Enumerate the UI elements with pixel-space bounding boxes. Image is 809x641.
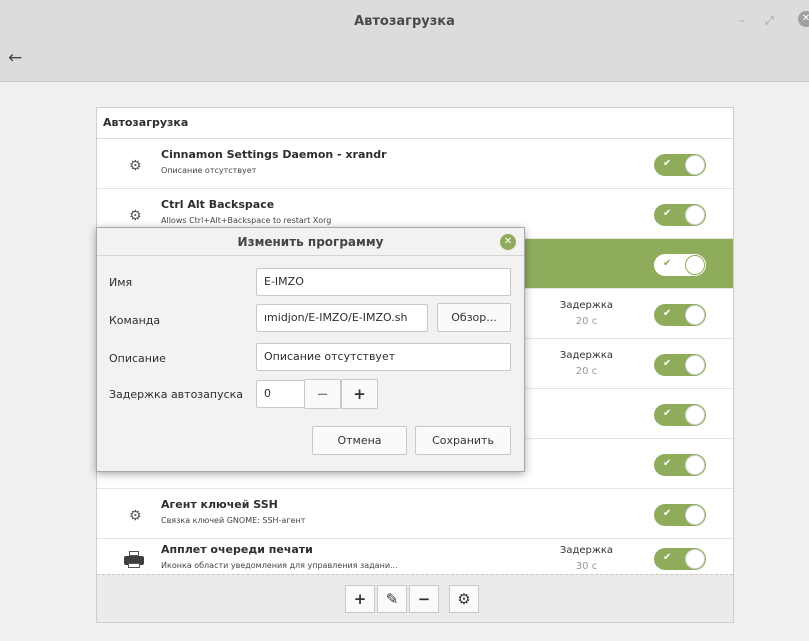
list-item[interactable]: Апплет очереди печати Иконка области уве… <box>97 539 733 574</box>
list-item[interactable]: ⚙ Агент ключей SSH Связка ключей GNOME: … <box>97 489 733 539</box>
item-description: Связка ключей GNOME: SSH-агент <box>161 516 306 525</box>
command-field[interactable]: ımidjon/E-IMZO/E-IMZO.sh <box>256 304 428 332</box>
edit-pencil-icon[interactable]: ✎ <box>377 585 407 613</box>
cancel-button[interactable]: Отмена <box>312 426 407 455</box>
delay-label: Задержка <box>559 300 614 311</box>
back-arrow-icon[interactable]: ← <box>8 48 22 68</box>
minimize-icon[interactable]: – <box>739 14 745 27</box>
toggle-knob <box>685 505 705 525</box>
description-label: Описание <box>109 352 166 365</box>
panel-header: Автозагрузка <box>97 108 733 139</box>
gear-icon: ⚙ <box>129 158 142 174</box>
dialog-close-icon[interactable]: ✕ <box>500 234 516 250</box>
delay-value: 20 с <box>575 366 598 377</box>
bottom-toolbar: + ✎ − ⚙ <box>97 574 733 622</box>
toggle-knob <box>685 155 705 175</box>
save-button[interactable]: Сохранить <box>415 426 511 455</box>
delay-field[interactable]: 0 <box>256 380 306 408</box>
enable-toggle[interactable]: ✔ <box>654 204 706 226</box>
enable-toggle[interactable]: ✔ <box>654 354 706 376</box>
enable-toggle[interactable]: ✔ <box>654 504 706 526</box>
enable-toggle[interactable]: ✔ <box>654 254 706 276</box>
item-description: Описание отсутствует <box>161 166 257 175</box>
list-item[interactable]: ⚙ Cinnamon Settings Daemon - xrandr Опис… <box>97 139 733 189</box>
check-icon: ✔ <box>663 508 672 519</box>
toggle-knob <box>685 305 705 325</box>
enable-toggle[interactable]: ✔ <box>654 304 706 326</box>
item-description: Иконка области уведомления для управлени… <box>161 561 398 570</box>
item-name: Cinnamon Settings Daemon - xrandr <box>161 148 387 161</box>
enable-toggle[interactable]: ✔ <box>654 454 706 476</box>
toggle-knob <box>685 455 705 475</box>
increment-button[interactable]: + <box>341 379 378 409</box>
name-label: Имя <box>109 276 133 289</box>
toggle-knob <box>685 255 705 275</box>
description-field[interactable]: Описание отсутствует <box>256 343 511 371</box>
check-icon: ✔ <box>663 358 672 369</box>
browse-button[interactable]: Обзор... <box>437 303 511 332</box>
name-field[interactable]: E-IMZO <box>256 268 511 296</box>
check-icon: ✔ <box>663 308 672 319</box>
enable-toggle[interactable]: ✔ <box>654 404 706 426</box>
item-description: Allows Ctrl+Alt+Backspace to restart Xor… <box>161 216 332 225</box>
enable-toggle[interactable]: ✔ <box>654 548 706 570</box>
delay-label: Задержка <box>559 545 614 556</box>
window-title: Автозагрузка <box>354 14 455 29</box>
settings-gear-icon[interactable]: ⚙ <box>449 585 479 613</box>
enable-toggle[interactable]: ✔ <box>654 154 706 176</box>
titlebar: Автозагрузка ← – ⤢ ✕ <box>0 0 809 82</box>
check-icon: ✔ <box>663 158 672 169</box>
delay-label: Задержка автозапуска <box>109 388 244 401</box>
check-icon: ✔ <box>663 552 672 563</box>
check-icon: ✔ <box>663 408 672 419</box>
add-button[interactable]: + <box>345 585 375 613</box>
item-name: Ctrl Alt Backspace <box>161 198 275 211</box>
close-window-icon[interactable]: ✕ <box>798 11 809 27</box>
printer-icon <box>124 551 144 569</box>
toggle-knob <box>685 549 705 569</box>
edit-program-dialog: Изменить программу ✕ Имя E-IMZO Команда … <box>96 227 525 472</box>
toggle-knob <box>685 355 705 375</box>
decrement-button[interactable]: − <box>304 379 341 409</box>
remove-button[interactable]: − <box>409 585 439 613</box>
delay-value: 20 с <box>575 316 598 327</box>
check-icon: ✔ <box>663 208 672 219</box>
check-icon: ✔ <box>663 258 672 269</box>
dialog-title: Изменить программу <box>97 228 524 256</box>
item-name: Агент ключей SSH <box>161 498 278 511</box>
check-icon: ✔ <box>663 458 672 469</box>
command-label: Команда <box>109 314 161 327</box>
toggle-knob <box>685 405 705 425</box>
gear-icon: ⚙ <box>129 208 142 224</box>
maximize-icon[interactable]: ⤢ <box>765 14 774 28</box>
item-name: Апплет очереди печати <box>161 543 313 556</box>
toggle-knob <box>685 205 705 225</box>
delay-value: 30 с <box>575 561 598 572</box>
gear-icon: ⚙ <box>129 508 142 524</box>
delay-label: Задержка <box>559 350 614 361</box>
